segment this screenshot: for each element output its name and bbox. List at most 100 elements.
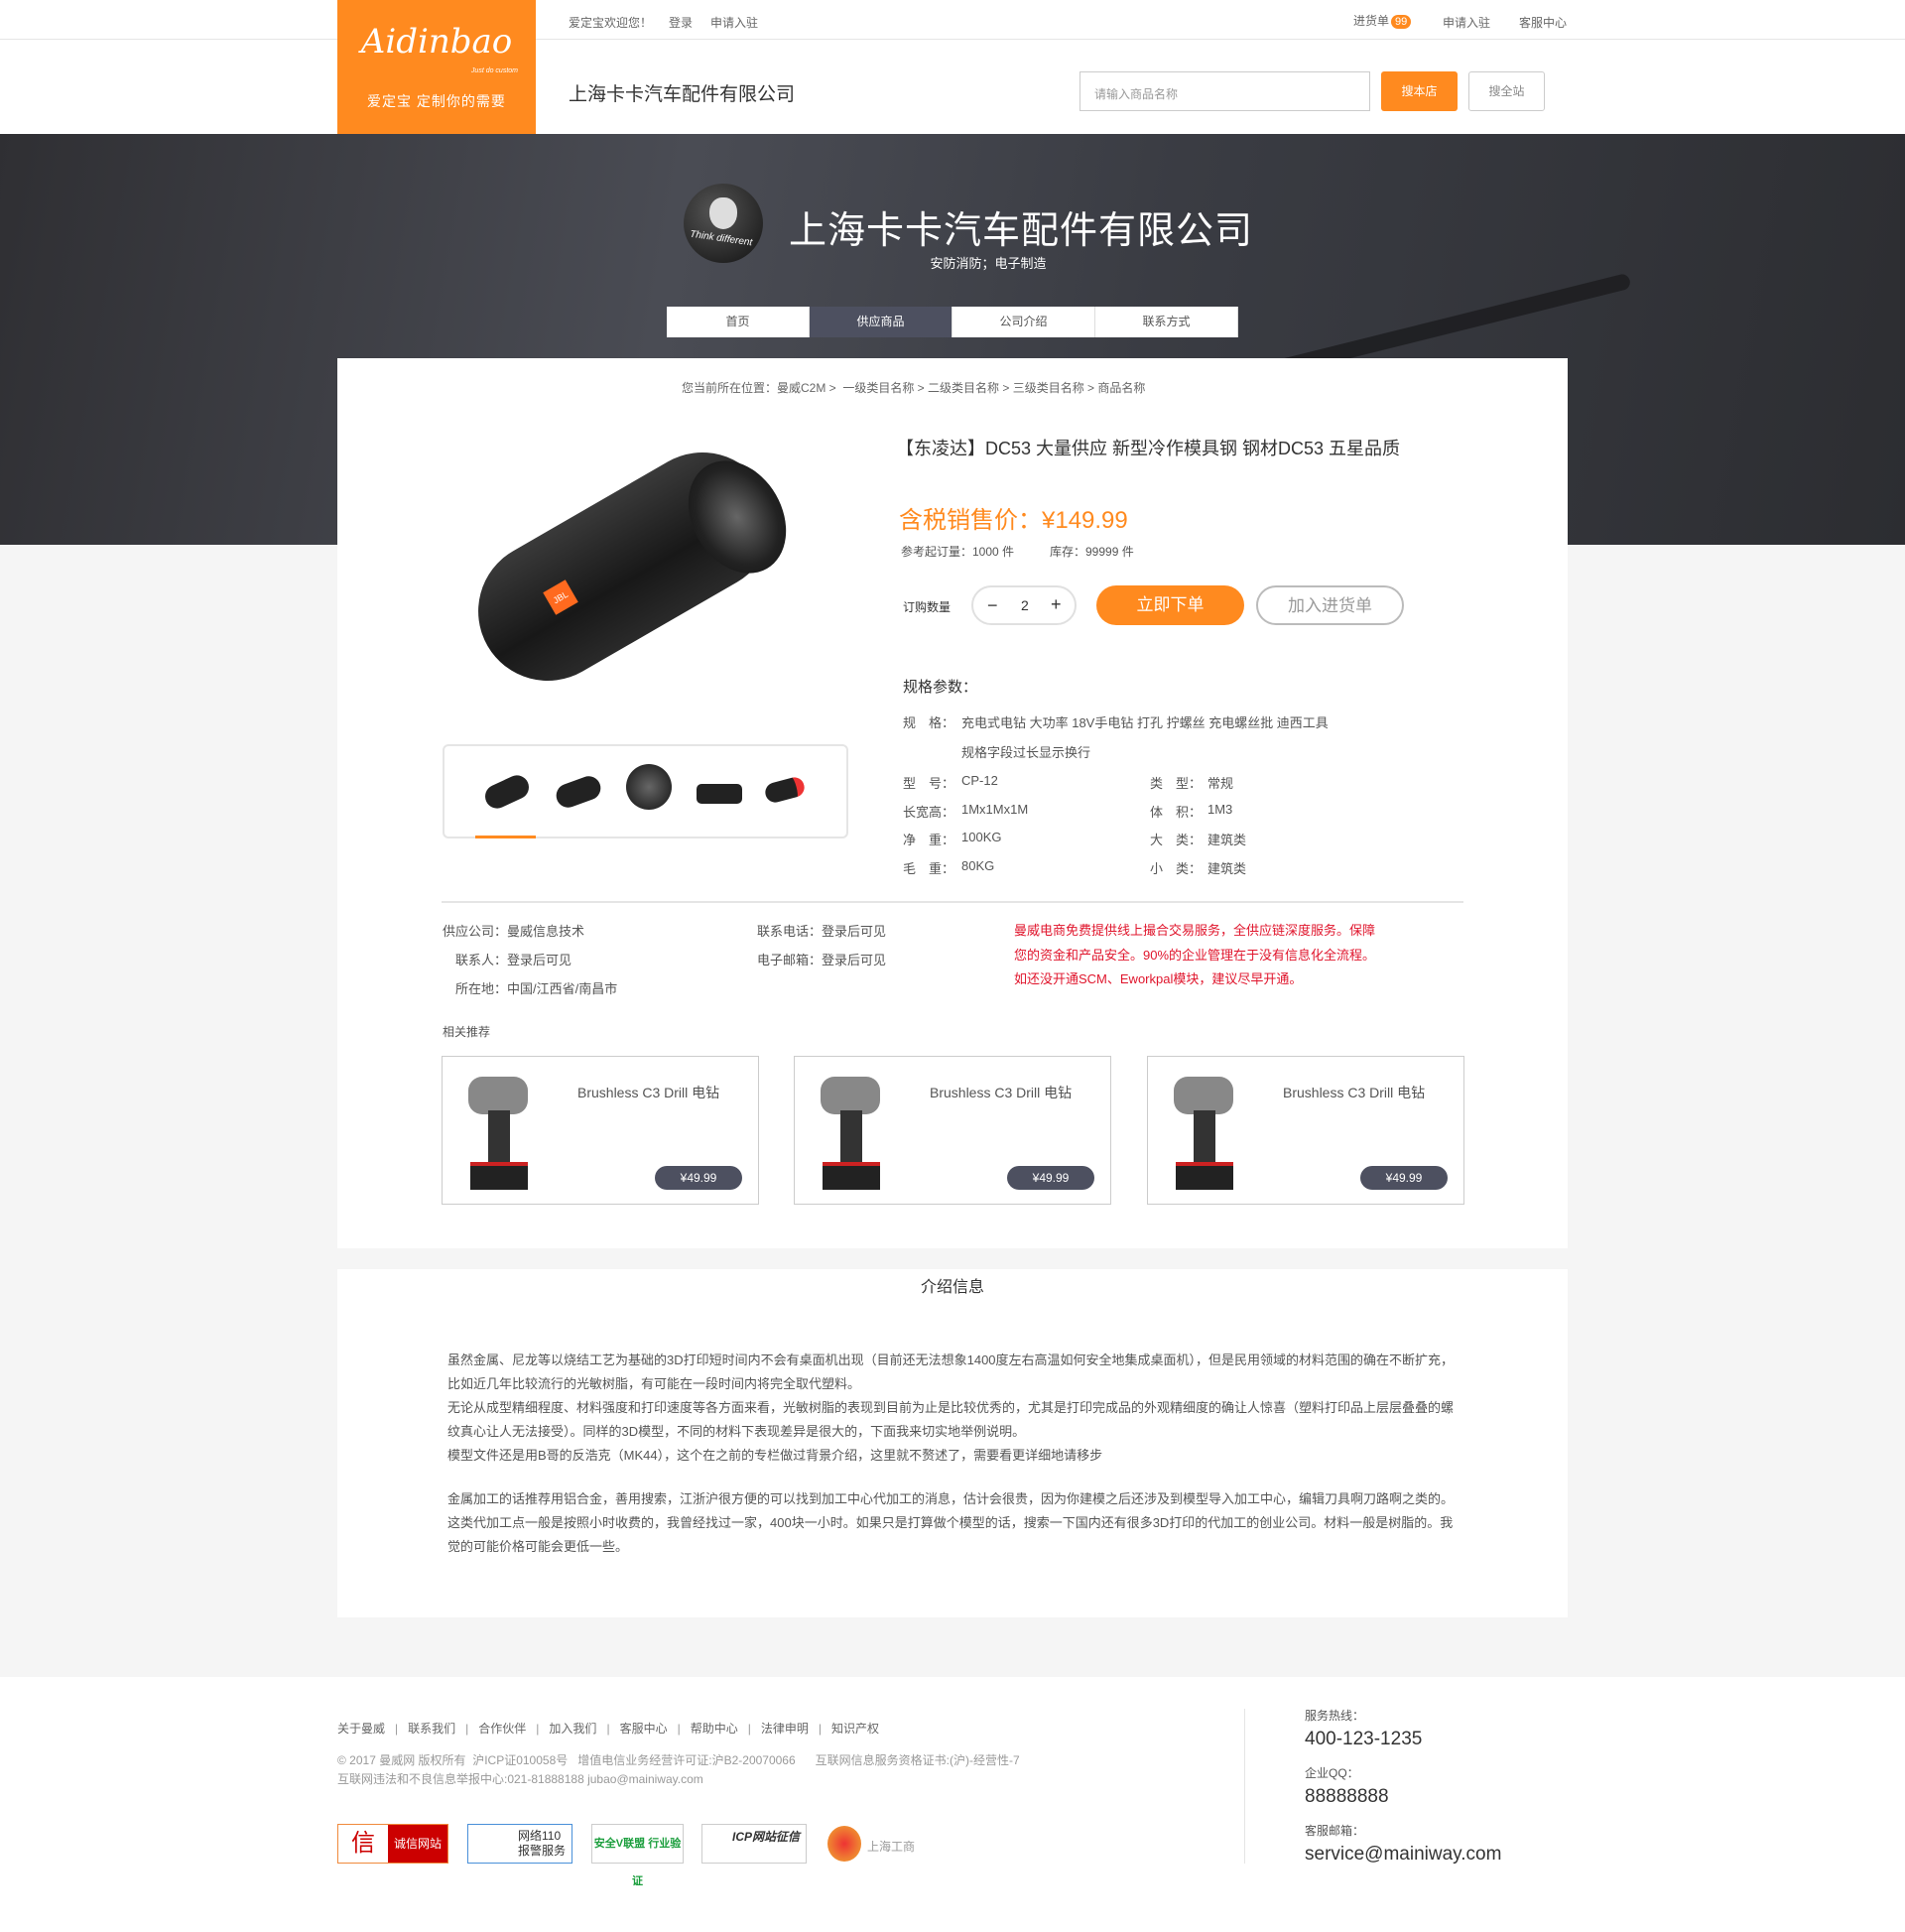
quantity-stepper[interactable]: − 2 + bbox=[971, 585, 1077, 625]
spec-row-value: 常规 bbox=[1207, 776, 1234, 791]
product-price: 含税销售价：¥149.99 bbox=[899, 500, 1128, 535]
cert-badge-safety[interactable]: 安全V联盟 行业验证 bbox=[591, 1824, 684, 1887]
login-link[interactable]: 登录 bbox=[669, 14, 693, 31]
footer-link[interactable]: 法律申明 bbox=[761, 1722, 809, 1736]
thumbnail-strip bbox=[443, 744, 848, 838]
cert-badge-110[interactable]: 网络110 报警服务 bbox=[467, 1824, 572, 1864]
related-product-price: ¥49.99 bbox=[655, 1166, 742, 1190]
breadcrumb: 您当前所在位置：曼威C2M > 一级类目名称 > 二级类目名称 > 三级类目名称… bbox=[682, 381, 1146, 395]
email[interactable]: service@mainiway.com bbox=[1305, 1844, 1501, 1866]
intro-paragraph: 虽然金属、尼龙等以烧结工艺为基础的3D打印短时间内不会有桌面机出现（目前还无法想… bbox=[447, 1352, 1455, 1391]
cert-badge-icp[interactable]: ICP网站征信 bbox=[701, 1824, 807, 1864]
cert-badge-credit[interactable]: 信诚信网站 bbox=[337, 1824, 448, 1864]
supplier-phone: 联系电话：登录后可见 bbox=[757, 924, 887, 939]
related-product-price: ¥49.99 bbox=[1360, 1166, 1448, 1190]
apple-icon bbox=[709, 197, 737, 229]
product-section: 您当前所在位置：曼威C2M > 一级类目名称 > 二级类目名称 > 三级类目名称… bbox=[337, 358, 1568, 1248]
footer-link[interactable]: 关于曼威 bbox=[337, 1722, 385, 1736]
logo-slogan: 爱定宝 定制你的需要 bbox=[367, 93, 506, 109]
spec-row-label: 小 类： bbox=[1150, 860, 1203, 876]
spec-label: 规 格： bbox=[903, 715, 955, 730]
add-to-cart-button[interactable]: 加入进货单 bbox=[1256, 585, 1404, 625]
plus-button[interactable]: + bbox=[1051, 594, 1062, 615]
welcome-text: 爱定宝欢迎您！ bbox=[569, 16, 653, 30]
related-product-card[interactable]: Brushless C3 Drill 电钻 ¥49.99 bbox=[442, 1056, 759, 1205]
footer-link[interactable]: 联系我们 bbox=[408, 1722, 455, 1736]
tab-about[interactable]: 公司介绍 bbox=[952, 307, 1095, 337]
shop-avatar: Think different bbox=[684, 184, 763, 263]
cert-label-gongshang[interactable]: 上海工商 bbox=[867, 1838, 915, 1855]
tab-products[interactable]: 供应商品 bbox=[810, 307, 952, 337]
cart-count-badge: 99 bbox=[1391, 15, 1412, 29]
footer-link[interactable]: 合作伙伴 bbox=[478, 1722, 526, 1736]
cert-label: 诚信网站 bbox=[388, 1825, 447, 1863]
spec-row-label: 毛 重： bbox=[903, 860, 955, 876]
header-company-name: 上海卡卡汽车配件有限公司 bbox=[569, 84, 796, 105]
logo-script: Aidinbao bbox=[360, 22, 513, 62]
banner-title: 上海卡卡汽车配件有限公司 bbox=[789, 210, 1254, 252]
thumbnail[interactable] bbox=[697, 784, 742, 804]
qty-value[interactable]: 2 bbox=[1021, 597, 1029, 613]
moq-text: 参考起订量：1000 件 bbox=[901, 545, 1015, 559]
intro-paragraph: 金属加工的话推荐用铝合金，善用搜索，江浙沪很方便的可以找到加工中心代加工的消息，… bbox=[447, 1491, 1455, 1554]
divider bbox=[442, 901, 1463, 903]
product-title: 【东凌达】DC53 大量供应 新型冷作模具钢 钢材DC53 五星品质 bbox=[896, 439, 1401, 458]
spec-row-label: 型 号： bbox=[903, 776, 955, 791]
tab-contact[interactable]: 联系方式 bbox=[1095, 307, 1238, 337]
footer-link[interactable]: 加入我们 bbox=[549, 1722, 596, 1736]
spec-row-value: 1M3 bbox=[1207, 801, 1233, 817]
search-store-button[interactable]: 搜本店 bbox=[1381, 71, 1458, 111]
spec-row-label: 净 重： bbox=[903, 833, 955, 847]
footer-link[interactable]: 知识产权 bbox=[831, 1722, 879, 1736]
emblem-icon bbox=[827, 1826, 861, 1862]
spec-row-value: 100KG bbox=[961, 830, 1002, 844]
cart-link[interactable]: 进货单 99 bbox=[1353, 12, 1412, 29]
apply-right-link[interactable]: 申请入驻 bbox=[1443, 14, 1490, 31]
logo[interactable]: Aidinbao Just do custom 爱定宝 定制你的需要 bbox=[337, 0, 536, 134]
search-all-button[interactable]: 搜全站 bbox=[1468, 71, 1545, 111]
related-product-card[interactable]: Brushless C3 Drill 电钻 ¥49.99 bbox=[1147, 1056, 1464, 1205]
thumbnail[interactable] bbox=[481, 771, 533, 813]
related-title: 相关推荐 bbox=[443, 1025, 491, 1039]
related-product-card[interactable]: Brushless C3 Drill 电钻 ¥49.99 bbox=[794, 1056, 1111, 1205]
price-value: ¥149.99 bbox=[1042, 507, 1128, 534]
apply-link[interactable]: 申请入驻 bbox=[710, 14, 758, 31]
intro-paragraph: 无论从成型精细程度、材料强度和打印速度等各方面来看，光敏树脂的表现到目前为止是比… bbox=[447, 1400, 1455, 1439]
shop-nav: 首页 供应商品 公司介绍 联系方式 bbox=[667, 307, 1238, 337]
supplier-location: 所在地：中国/江西省/南昌市 bbox=[455, 981, 618, 996]
drill-image bbox=[1166, 1071, 1245, 1192]
service-link[interactable]: 客服中心 bbox=[1519, 14, 1567, 31]
qty-label: 订购数量 bbox=[903, 600, 952, 614]
spec-row-value: 建筑类 bbox=[1207, 833, 1247, 847]
drill-image bbox=[813, 1071, 892, 1192]
hotline-label: 服务热线： bbox=[1305, 1709, 1365, 1723]
report-info: 互联网违法和不良信息举报中心:021-81888188 jubao@mainiw… bbox=[337, 1772, 703, 1786]
footer-link[interactable]: 帮助中心 bbox=[691, 1722, 738, 1736]
footer: 关于曼威 | 联系我们 | 合作伙伴 | 加入我们 | 客服中心 | 帮助中心 | 法律申明 | 知识产权 … bbox=[0, 1677, 1905, 1932]
credit-icon: 信 bbox=[338, 1825, 388, 1863]
spec-row-value: 1Mx1Mx1M bbox=[961, 801, 1029, 817]
spec-row-value: 建筑类 bbox=[1207, 860, 1247, 876]
header: 上海卡卡汽车配件有限公司 请输入商品名称 搜本店 搜全站 bbox=[0, 40, 1905, 134]
intro-body: 虽然金属、尼龙等以烧结工艺为基础的3D打印短时间内不会有桌面机出现（目前还无法想… bbox=[447, 1349, 1460, 1559]
supplier-contact: 联系人：登录后可见 bbox=[455, 953, 572, 967]
spec-value: 充电式电钻 大功率 18V手电钻 打孔 拧螺丝 充电螺丝批 迪西工具 bbox=[961, 715, 1329, 730]
related-product-name: Brushless C3 Drill 电钻 bbox=[577, 1085, 720, 1100]
minus-button[interactable]: − bbox=[987, 595, 998, 616]
search-input[interactable]: 请输入商品名称 bbox=[1080, 71, 1370, 111]
thumbnail[interactable] bbox=[553, 772, 604, 812]
spec-row-label: 体 积： bbox=[1150, 804, 1203, 820]
thumbnail-active-indicator bbox=[475, 836, 536, 838]
tab-home[interactable]: 首页 bbox=[667, 307, 810, 337]
price-label: 含税销售价： bbox=[899, 507, 1042, 534]
product-image: JBL bbox=[446, 427, 806, 707]
thumbnail[interactable] bbox=[763, 775, 807, 805]
thumbnail[interactable] bbox=[626, 764, 672, 810]
spec-row-value: CP-12 bbox=[961, 773, 998, 788]
email-label: 客服邮箱： bbox=[1305, 1824, 1365, 1838]
copyright: © 2017 曼威网 版权所有 沪ICP证010058号 增值电信业务经营许可证… bbox=[337, 1753, 1020, 1767]
footer-link[interactable]: 客服中心 bbox=[620, 1722, 668, 1736]
spec-value-2: 规格字段过长显示换行 bbox=[961, 745, 1091, 760]
buy-now-button[interactable]: 立即下单 bbox=[1096, 585, 1244, 625]
cart-label: 进货单 bbox=[1353, 14, 1390, 28]
